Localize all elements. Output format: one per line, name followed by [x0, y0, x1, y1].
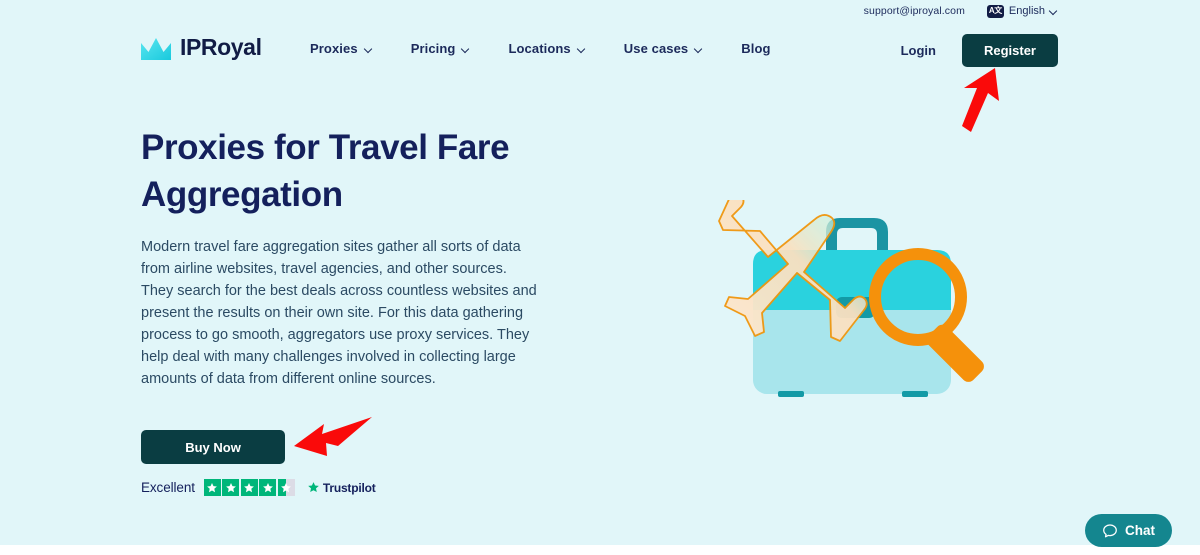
support-email[interactable]: support@iproyal.com — [864, 5, 965, 17]
trustpilot-rating-word: Excellent — [141, 480, 195, 495]
half-star-icon — [277, 479, 295, 496]
chat-bubble-icon — [1103, 523, 1117, 537]
hero-paragraph: Modern travel fare aggregation sites gat… — [141, 239, 537, 387]
utility-bar: support@iproyal.com A文 English — [864, 2, 1058, 20]
chevron-down-icon — [695, 45, 703, 53]
page-title: Proxies for Travel Fare Aggregation — [141, 128, 510, 214]
site-header: IPRoyal Proxies Pricing Locations Use ca… — [0, 22, 1200, 78]
page-root: support@iproyal.com A文 English IPRoyal P… — [0, 0, 1200, 555]
chevron-down-icon — [1050, 7, 1058, 15]
chevron-down-icon — [462, 45, 470, 53]
nav-item-use-cases[interactable]: Use cases — [605, 41, 723, 56]
nav-item-pricing[interactable]: Pricing — [392, 41, 490, 56]
star-icon — [240, 479, 258, 496]
trustpilot-brand: Trustpilot — [307, 481, 376, 495]
hero-copy: Proxies for Travel Fare Aggregation Mode… — [141, 124, 561, 496]
star-icon — [203, 479, 221, 496]
chevron-down-icon — [578, 45, 586, 53]
translate-icon: A文 — [986, 4, 1004, 18]
nav-item-locations[interactable]: Locations — [489, 41, 604, 56]
logo[interactable]: IPRoyal — [141, 34, 262, 61]
nav-item-label: Proxies — [310, 41, 358, 56]
login-link[interactable]: Login — [901, 43, 936, 58]
language-selector[interactable]: A文 English — [986, 4, 1058, 18]
nav-item-label: Pricing — [410, 41, 456, 56]
nav-item-label: Locations — [508, 41, 571, 56]
nav-item-proxies[interactable]: Proxies — [310, 41, 392, 56]
register-button[interactable]: Register — [961, 34, 1058, 67]
suitcase-foot-left — [778, 391, 804, 397]
trustpilot-stars — [203, 479, 295, 496]
chevron-down-icon — [365, 45, 373, 53]
suitcase-handle-icon — [826, 218, 888, 254]
crown-logo-icon — [141, 37, 171, 60]
auth-area: Login Register — [901, 34, 1058, 67]
chat-label: Chat — [1125, 523, 1155, 538]
main-nav: Proxies Pricing Locations Use cases Blog — [310, 41, 790, 56]
trustpilot-brand-name: Trustpilot — [322, 480, 376, 495]
star-icon — [222, 479, 240, 496]
nav-item-label: Use cases — [623, 41, 689, 56]
nav-item-blog[interactable]: Blog — [722, 41, 789, 56]
chat-widget[interactable]: Chat — [1085, 514, 1172, 547]
trustpilot-star-icon — [308, 482, 319, 493]
language-label: English — [1008, 5, 1045, 17]
trustpilot-rating[interactable]: Excellent Trustpilot — [141, 479, 376, 496]
star-icon — [259, 479, 277, 496]
travel-suitcase-airplane-magnifier-illustration — [718, 200, 984, 397]
suitcase-foot-right — [902, 391, 928, 397]
nav-item-label: Blog — [741, 41, 771, 56]
buy-now-button[interactable]: Buy Now — [141, 430, 285, 464]
logo-text: IPRoyal — [180, 34, 262, 60]
